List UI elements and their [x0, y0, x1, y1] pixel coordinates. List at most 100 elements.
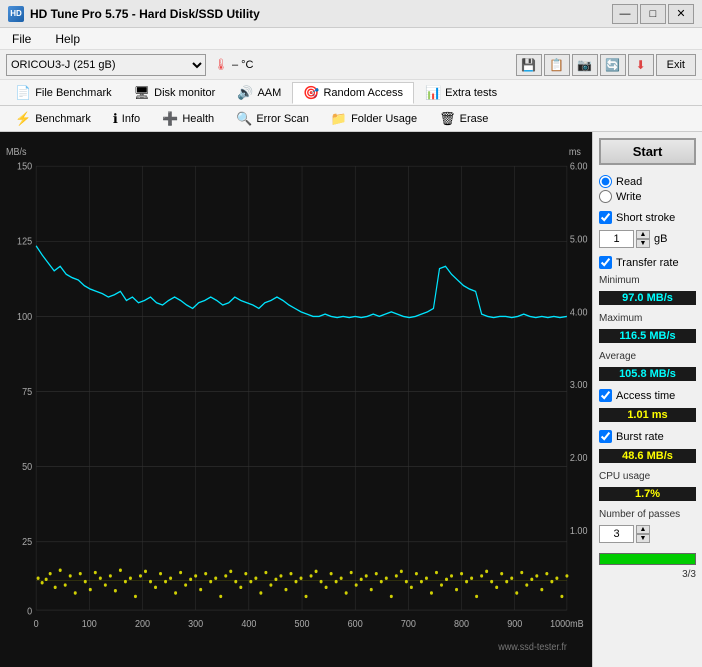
cpu-usage-value: 1.7% [599, 487, 696, 501]
exit-button[interactable]: Exit [656, 54, 696, 76]
write-radio-label[interactable]: Write [599, 190, 696, 203]
erase-icon: 🗑 [439, 111, 456, 127]
short-stroke-unit: gB [654, 233, 667, 245]
toolbar-icons: 💾 📋 📷 🔄 ⬇ Exit [516, 54, 696, 76]
tab-file-benchmark[interactable]: 📄 File Benchmark [4, 82, 123, 104]
maximize-button[interactable]: □ [640, 4, 666, 24]
passes-input[interactable] [599, 525, 634, 543]
progress-bar-fill [600, 554, 695, 564]
temp-display: 🌡 – °C [214, 58, 254, 71]
aam-icon: 🔊 [237, 85, 253, 101]
tab-error-scan[interactable]: 🔍 Error Scan [225, 108, 320, 130]
transfer-rate-checkbox[interactable] [599, 256, 612, 269]
drive-select[interactable]: ORICOU3-J (251 gB) [6, 54, 206, 76]
toolbar-icon-1[interactable]: 💾 [516, 54, 542, 76]
tab-erase[interactable]: 🗑 Erase [428, 108, 499, 130]
access-time-checkbox[interactable] [599, 389, 612, 402]
toolbar-icon-2[interactable]: 📋 [544, 54, 570, 76]
tab-file-benchmark-label: File Benchmark [35, 87, 111, 99]
progress-bar-container [599, 553, 696, 565]
burst-rate-value: 48.6 MB/s [599, 449, 696, 463]
short-stroke-up[interactable]: ▲ [636, 230, 650, 239]
title-bar: HD HD Tune Pro 5.75 - Hard Disk/SSD Util… [0, 0, 702, 28]
tab-folder-usage-label: Folder Usage [351, 113, 417, 125]
tab-aam[interactable]: 🔊 AAM [226, 82, 292, 104]
svg-text:800: 800 [454, 619, 469, 631]
toolbar: ORICOU3-J (251 gB) 🌡 – °C 💾 📋 📷 🔄 ⬇ Exit [0, 50, 702, 80]
menu-file[interactable]: File [4, 30, 39, 48]
svg-text:700: 700 [401, 619, 416, 631]
short-stroke-label: Short stroke [616, 212, 675, 224]
tabs-row-1: 📄 File Benchmark 🖥 Disk monitor 🔊 AAM 🎯 … [0, 80, 702, 106]
minimize-button[interactable]: — [612, 4, 638, 24]
svg-text:4.00: 4.00 [570, 307, 588, 319]
svg-text:50: 50 [22, 462, 32, 474]
tabs-row-2: ⚡ Benchmark ℹ Info ➕ Health 🔍 Error Scan… [0, 106, 702, 132]
toolbar-icon-3[interactable]: 📷 [572, 54, 598, 76]
app-title: HD Tune Pro 5.75 - Hard Disk/SSD Utility [30, 7, 260, 21]
svg-text:MB/s: MB/s [6, 146, 27, 158]
passes-down[interactable]: ▼ [636, 534, 650, 543]
write-label: Write [616, 191, 641, 203]
benchmark-icon: ⚡ [15, 111, 31, 127]
svg-text:1000mB: 1000mB [550, 619, 584, 631]
tab-health-label: Health [182, 113, 214, 125]
svg-text:200: 200 [135, 619, 150, 631]
svg-text:2.00: 2.00 [570, 452, 588, 464]
tab-random-access[interactable]: 🎯 Random Access [292, 82, 414, 104]
menu-help[interactable]: Help [47, 30, 88, 48]
tab-extra-tests-label: Extra tests [445, 87, 497, 99]
svg-text:500: 500 [294, 619, 309, 631]
progress-label: 3/3 [599, 569, 696, 580]
svg-text:100: 100 [17, 311, 32, 323]
passes-up[interactable]: ▲ [636, 525, 650, 534]
error-scan-icon: 🔍 [236, 111, 252, 127]
transfer-rate-checkbox-group: Transfer rate [599, 256, 696, 269]
maximum-label: Maximum [599, 313, 696, 324]
toolbar-icon-4[interactable]: 🔄 [600, 54, 626, 76]
passes-arrows: ▲ ▼ [636, 525, 650, 543]
svg-text:0: 0 [27, 606, 32, 618]
tab-info-label: Info [122, 113, 140, 125]
folder-usage-icon: 📁 [331, 111, 347, 127]
toolbar-icon-5[interactable]: ⬇ [628, 54, 654, 76]
chart-svg: 150 125 100 75 50 25 0 MB/s ms 6.00 5.00… [0, 132, 592, 667]
svg-text:3.00: 3.00 [570, 380, 588, 392]
tab-aam-label: AAM [257, 87, 281, 99]
access-time-value: 1.01 ms [599, 408, 696, 422]
app-icon: HD [8, 6, 24, 22]
short-stroke-input[interactable] [599, 230, 634, 248]
short-stroke-checkbox[interactable] [599, 211, 612, 224]
read-radio-label[interactable]: Read [599, 175, 696, 188]
start-button[interactable]: Start [599, 138, 696, 165]
tab-benchmark[interactable]: ⚡ Benchmark [4, 108, 102, 130]
tab-health[interactable]: ➕ Health [151, 108, 225, 130]
title-bar-controls[interactable]: — □ ✕ [612, 4, 694, 24]
svg-text:150: 150 [17, 161, 32, 173]
info-icon: ℹ [113, 111, 118, 127]
svg-text:400: 400 [241, 619, 256, 631]
tab-benchmark-label: Benchmark [35, 113, 91, 125]
right-panel: Start Read Write Short stroke ▲ ▼ gB [592, 132, 702, 667]
burst-rate-checkbox[interactable] [599, 430, 612, 443]
write-radio[interactable] [599, 190, 612, 203]
short-stroke-down[interactable]: ▼ [636, 239, 650, 248]
tab-disk-monitor-label: Disk monitor [154, 87, 215, 99]
random-access-icon: 🎯 [303, 85, 319, 101]
burst-rate-checkbox-group: Burst rate [599, 430, 696, 443]
svg-text:25: 25 [22, 537, 32, 549]
tab-info[interactable]: ℹ Info [102, 108, 151, 130]
tab-extra-tests[interactable]: 📊 Extra tests [414, 82, 508, 104]
temp-value: – °C [232, 59, 254, 71]
tab-folder-usage[interactable]: 📁 Folder Usage [320, 108, 428, 130]
svg-text:www.ssd-tester.fr: www.ssd-tester.fr [497, 641, 567, 653]
read-radio[interactable] [599, 175, 612, 188]
chart-area: 150 125 100 75 50 25 0 MB/s ms 6.00 5.00… [0, 132, 592, 667]
health-icon: ➕ [162, 111, 178, 127]
close-button[interactable]: ✕ [668, 4, 694, 24]
maximum-value: 116.5 MB/s [599, 329, 696, 343]
svg-text:600: 600 [348, 619, 363, 631]
tab-disk-monitor[interactable]: 🖥 Disk monitor [123, 82, 227, 104]
tab-error-scan-label: Error Scan [256, 113, 309, 125]
average-value: 105.8 MB/s [599, 367, 696, 381]
